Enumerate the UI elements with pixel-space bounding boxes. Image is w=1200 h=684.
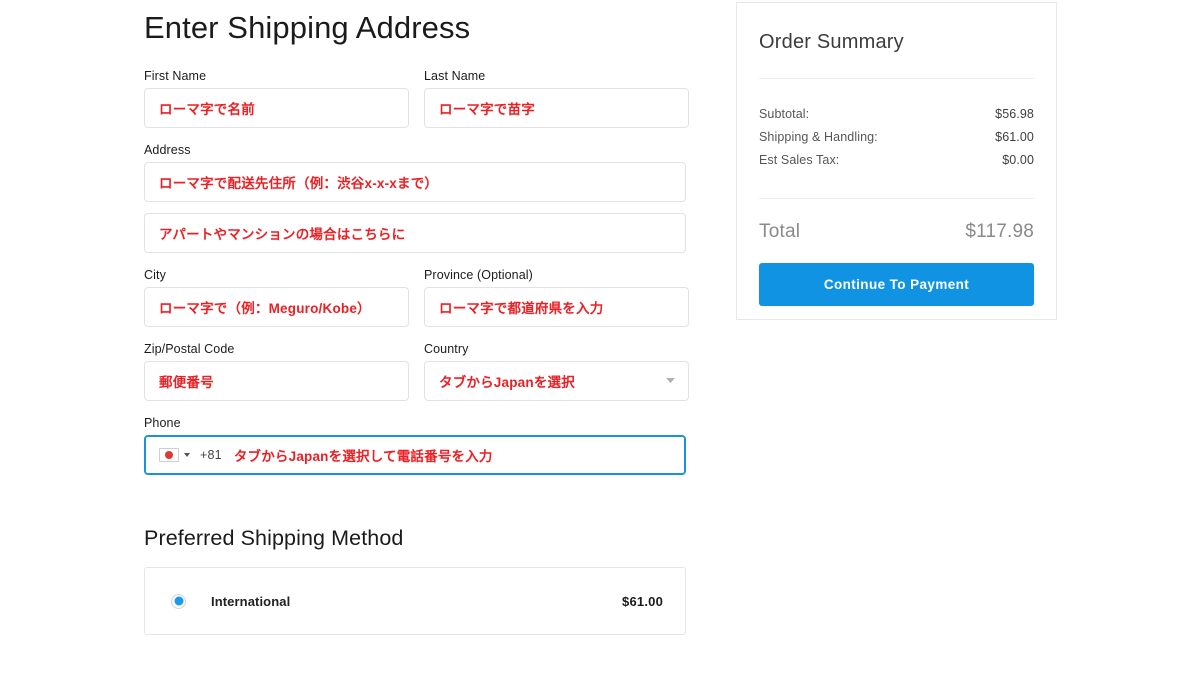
sales-tax-value: $0.00 — [1002, 153, 1034, 167]
shipping-address-form: Enter Shipping Address First Name ローマ字で名… — [144, 0, 689, 636]
divider-bottom — [759, 198, 1034, 199]
country-select[interactable]: タブからJapanを選択 — [424, 361, 689, 402]
address-field-group: Address ローマ字で配送先住所（例：渋谷x-x-xまで） — [144, 142, 686, 203]
total-label: Total — [759, 221, 801, 242]
japan-flag-icon — [159, 448, 179, 463]
city-label: City — [144, 268, 166, 283]
zip-label: Zip/Postal Code — [144, 342, 235, 357]
address-label: Address — [144, 143, 191, 158]
address-line2-field-group: アパートやマンションの場合はこちらに — [144, 213, 686, 254]
province-label: Province (Optional) — [424, 268, 533, 283]
shipping-method-title: Preferred Shipping Method — [144, 526, 404, 551]
first-name-value: ローマ字で名前 — [159, 102, 255, 118]
city-province-row: City ローマ字で（例：Meguro/Kobe） Province (Opti… — [144, 267, 689, 328]
dial-code: +81 — [200, 448, 222, 463]
country-field-group: Country タブからJapanを選択 — [424, 341, 689, 402]
total-value: $117.98 — [965, 221, 1034, 242]
province-input[interactable]: ローマ字で都道府県を入力 — [424, 287, 689, 328]
address-line2-input[interactable]: アパートやマンションの場合はこちらに — [144, 213, 686, 254]
summary-row-total: Total $117.98 — [759, 221, 1034, 243]
chevron-down-icon — [184, 453, 190, 458]
shipping-option-price: $61.00 — [622, 593, 663, 609]
shipping-option-international[interactable]: International $61.00 — [144, 567, 686, 636]
shipping-option-label: International — [211, 593, 291, 609]
zip-country-row: Zip/Postal Code 郵便番号 Country タブからJapanを選… — [144, 341, 689, 402]
phone-value: タブからJapanを選択して電話番号を入力 — [233, 449, 493, 465]
shipping-method-section: Preferred Shipping Method International … — [144, 526, 686, 636]
city-field-group: City ローマ字で（例：Meguro/Kobe） — [144, 267, 409, 328]
last-name-label: Last Name — [424, 69, 486, 84]
first-name-input[interactable]: ローマ字で名前 — [144, 88, 409, 129]
divider-top — [759, 78, 1034, 79]
zip-input[interactable]: 郵便番号 — [144, 361, 409, 402]
province-field-group: Province (Optional) ローマ字で都道府県を入力 — [424, 267, 689, 328]
page-title: Enter Shipping Address — [144, 10, 471, 45]
address-line1-input[interactable]: ローマ字で配送先住所（例：渋谷x-x-xまで） — [144, 162, 686, 203]
order-summary-title: Order Summary — [759, 31, 904, 53]
summary-row-tax: Est Sales Tax: $0.00 — [759, 149, 1034, 172]
phone-input[interactable]: +81 タブからJapanを選択して電話番号を入力 — [144, 435, 686, 476]
phone-label: Phone — [144, 416, 181, 431]
last-name-input[interactable]: ローマ字で苗字 — [424, 88, 689, 129]
shipping-handling-label: Shipping & Handling: — [759, 130, 878, 144]
zip-field-group: Zip/Postal Code 郵便番号 — [144, 341, 409, 402]
chevron-down-icon — [666, 378, 675, 384]
subtotal-value: $56.98 — [995, 107, 1034, 121]
summary-row-subtotal: Subtotal: $56.98 — [759, 103, 1034, 126]
address-line1-value: ローマ字で配送先住所（例：渋谷x-x-xまで） — [159, 176, 439, 192]
continue-to-payment-button[interactable]: Continue To Payment — [759, 263, 1034, 306]
last-name-value: ローマ字で苗字 — [439, 102, 535, 118]
city-input[interactable]: ローマ字で（例：Meguro/Kobe） — [144, 287, 409, 328]
phone-field-group: Phone +81 タブからJapanを選択して電話番号を入力 — [144, 415, 686, 476]
zip-value: 郵便番号 — [159, 375, 214, 391]
country-label: Country — [424, 342, 469, 357]
summary-row-shipping: Shipping & Handling: $61.00 — [759, 126, 1034, 149]
shipping-handling-value: $61.00 — [995, 130, 1034, 144]
checkout-page: Enter Shipping Address First Name ローマ字で名… — [0, 0, 1200, 684]
sales-tax-label: Est Sales Tax: — [759, 153, 840, 167]
country-value: タブからJapanを選択 — [439, 375, 575, 391]
last-name-field-group: Last Name ローマ字で苗字 — [424, 68, 689, 129]
country-code-selector[interactable] — [159, 448, 190, 463]
province-value: ローマ字で都道府県を入力 — [439, 301, 604, 317]
subtotal-label: Subtotal: — [759, 107, 810, 121]
order-summary-card: Order Summary Subtotal: $56.98 Shipping … — [736, 2, 1057, 320]
first-name-field-group: First Name ローマ字で名前 — [144, 68, 409, 129]
address-line2-value: アパートやマンションの場合はこちらに — [159, 227, 406, 243]
city-value: ローマ字で（例：Meguro/Kobe） — [159, 301, 371, 317]
first-name-label: First Name — [144, 69, 207, 84]
order-summary-lines: Subtotal: $56.98 Shipping & Handling: $6… — [759, 103, 1034, 172]
name-row: First Name ローマ字で名前 Last Name ローマ字で苗字 — [144, 68, 689, 129]
radio-international[interactable] — [171, 593, 186, 609]
